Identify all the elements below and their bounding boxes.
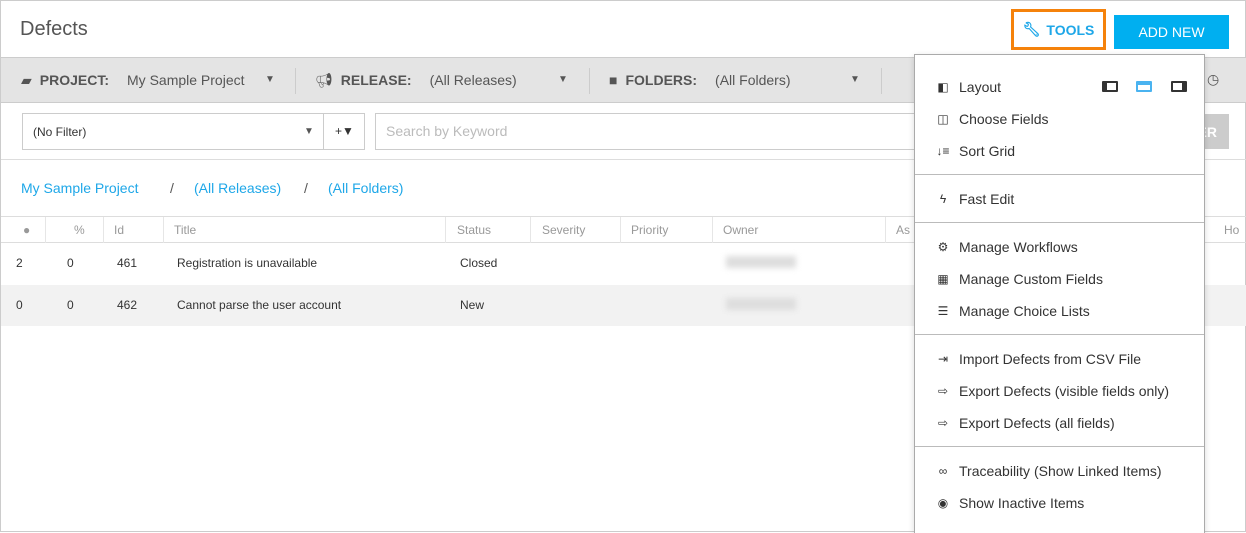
project-value: My Sample Project	[127, 72, 245, 88]
column-severity[interactable]: Severity	[542, 223, 585, 237]
project-label: PROJECT:	[39, 72, 110, 88]
folders-selector[interactable]: ■ FOLDERS: (All Folders)	[609, 58, 791, 102]
cell-id: 461	[117, 256, 138, 270]
menu-label: Choose Fields	[959, 111, 1049, 127]
add-new-button[interactable]: ADD NEW	[1114, 15, 1229, 49]
tools-button[interactable]: 🔧︎ TOOLS	[1011, 9, 1106, 50]
release-label: RELEASE:	[340, 72, 412, 88]
menu-label: Export Defects (visible fields only)	[959, 383, 1170, 399]
link-icon: ∞	[938, 464, 948, 478]
menu-layout[interactable]: ◧ Layout	[935, 76, 1001, 98]
menu-manage-custom-fields[interactable]: ▦ Manage Custom Fields	[935, 268, 1103, 290]
columns-icon: ◫	[937, 112, 949, 126]
release-value: (All Releases)	[429, 72, 517, 88]
breadcrumb-folder[interactable]: (All Folders)	[328, 180, 403, 196]
project-selector[interactable]: ▰ PROJECT: My Sample Project	[21, 58, 245, 102]
chevron-down-icon: ▼	[304, 126, 314, 137]
tools-label: TOOLS	[1046, 21, 1095, 38]
cell-owner-blurred	[726, 256, 796, 268]
menu-label: Show Inactive Items	[959, 495, 1085, 511]
menu-label: Export Defects (all fields)	[959, 415, 1115, 431]
breadcrumb-release[interactable]: (All Releases)	[194, 180, 281, 196]
cogs-icon: ⚙	[937, 240, 949, 254]
table-icon: ▦	[937, 272, 949, 286]
folders-label: FOLDERS:	[625, 72, 698, 88]
column-owner[interactable]: Owner	[723, 223, 758, 237]
menu-label: Manage Custom Fields	[959, 271, 1103, 287]
megaphone-icon: 📢︎	[315, 71, 333, 88]
sign-in-icon: ⇥	[937, 352, 949, 366]
cell-comments: 2	[16, 256, 23, 270]
filter-select[interactable]: (No Filter) ▼ +▼	[22, 113, 365, 150]
link-icon[interactable]: %	[74, 223, 85, 237]
menu-export-all[interactable]: ⇨ Export Defects (all fields)	[935, 412, 1115, 434]
menu-choose-fields[interactable]: ◫ Choose Fields	[935, 108, 1049, 130]
menu-sort-grid[interactable]: ↓≡ Sort Grid	[935, 140, 1015, 162]
menu-label: Manage Workflows	[959, 239, 1078, 255]
layout-icon: ◧	[937, 80, 949, 94]
list-icon: ☰	[937, 304, 949, 318]
column-hours[interactable]: Ho	[1224, 223, 1239, 237]
cell-owner-blurred	[726, 298, 796, 310]
column-priority[interactable]: Priority	[631, 223, 668, 237]
cell-links: 0	[67, 298, 74, 312]
chevron-down-icon[interactable]: ▼	[850, 74, 860, 85]
comments-icon[interactable]: ●	[23, 223, 30, 237]
cell-status: New	[460, 298, 485, 312]
menu-label: Manage Choice Lists	[959, 303, 1090, 319]
wrench-icon: 🔧︎	[1022, 21, 1041, 37]
sign-out-icon: ⇨	[937, 384, 949, 398]
tools-menu: ◧ Layout ◫ Choose Fields ↓≡ Sort Grid ϟ Fast…	[914, 54, 1205, 533]
column-assignee[interactable]: As	[896, 223, 910, 237]
layout-right-icon[interactable]	[1171, 81, 1187, 92]
menu-fast-edit[interactable]: ϟ Fast Edit	[935, 188, 1014, 210]
cell-comments: 0	[16, 298, 23, 312]
cell-id: 462	[117, 298, 138, 312]
menu-manage-workflows[interactable]: ⚙ Manage Workflows	[935, 236, 1078, 258]
menu-label: Import Defects from CSV File	[959, 351, 1142, 367]
menu-label: Traceability (Show Linked Items)	[959, 463, 1162, 479]
column-title[interactable]: Title	[174, 223, 196, 237]
folder-open-icon: ▰	[21, 71, 32, 88]
layout-left-icon[interactable]	[1102, 81, 1118, 92]
release-selector[interactable]: 📢︎ RELEASE: (All Releases)	[315, 58, 517, 102]
add-filter-icon[interactable]: +▼	[335, 124, 354, 138]
menu-import-csv[interactable]: ⇥ Import Defects from CSV File	[935, 348, 1141, 370]
filter-value: (No Filter)	[33, 125, 87, 139]
breadcrumb-separator: /	[170, 180, 174, 196]
breadcrumb-project[interactable]: My Sample Project	[21, 180, 138, 196]
filter-button-label: FILTER	[1203, 123, 1217, 140]
cell-links: 0	[67, 256, 74, 270]
chevron-down-icon[interactable]: ▼	[265, 74, 275, 85]
search-input[interactable]: Search by Keyword	[375, 113, 935, 150]
breadcrumb-separator: /	[304, 180, 308, 196]
eye-icon: ◉	[937, 496, 949, 510]
sign-out-icon: ⇨	[937, 416, 949, 430]
menu-traceability[interactable]: ∞ Traceability (Show Linked Items)	[935, 460, 1162, 482]
column-status[interactable]: Status	[457, 223, 491, 237]
folder-icon: ■	[609, 72, 618, 88]
clock-icon[interactable]: ◷	[1207, 71, 1219, 88]
sort-icon: ↓≡	[936, 144, 950, 158]
column-id[interactable]: Id	[114, 223, 124, 237]
page-title: Defects	[20, 18, 88, 40]
menu-label: Sort Grid	[959, 143, 1016, 159]
chevron-down-icon[interactable]: ▼	[558, 74, 568, 85]
menu-label: Fast Edit	[959, 191, 1015, 207]
cell-title: Registration is unavailable	[177, 256, 318, 270]
folders-value: (All Folders)	[715, 72, 791, 88]
menu-layout-label: Layout	[959, 79, 1002, 95]
menu-export-visible[interactable]: ⇨ Export Defects (visible fields only)	[935, 380, 1169, 402]
menu-show-inactive[interactable]: ◉ Show Inactive Items	[935, 492, 1085, 514]
cell-title: Cannot parse the user account	[177, 298, 342, 312]
cell-status: Closed	[460, 256, 498, 270]
layout-top-icon[interactable]	[1136, 81, 1152, 92]
bolt-icon: ϟ	[939, 192, 947, 206]
menu-manage-choice-lists[interactable]: ☰ Manage Choice Lists	[935, 300, 1090, 322]
